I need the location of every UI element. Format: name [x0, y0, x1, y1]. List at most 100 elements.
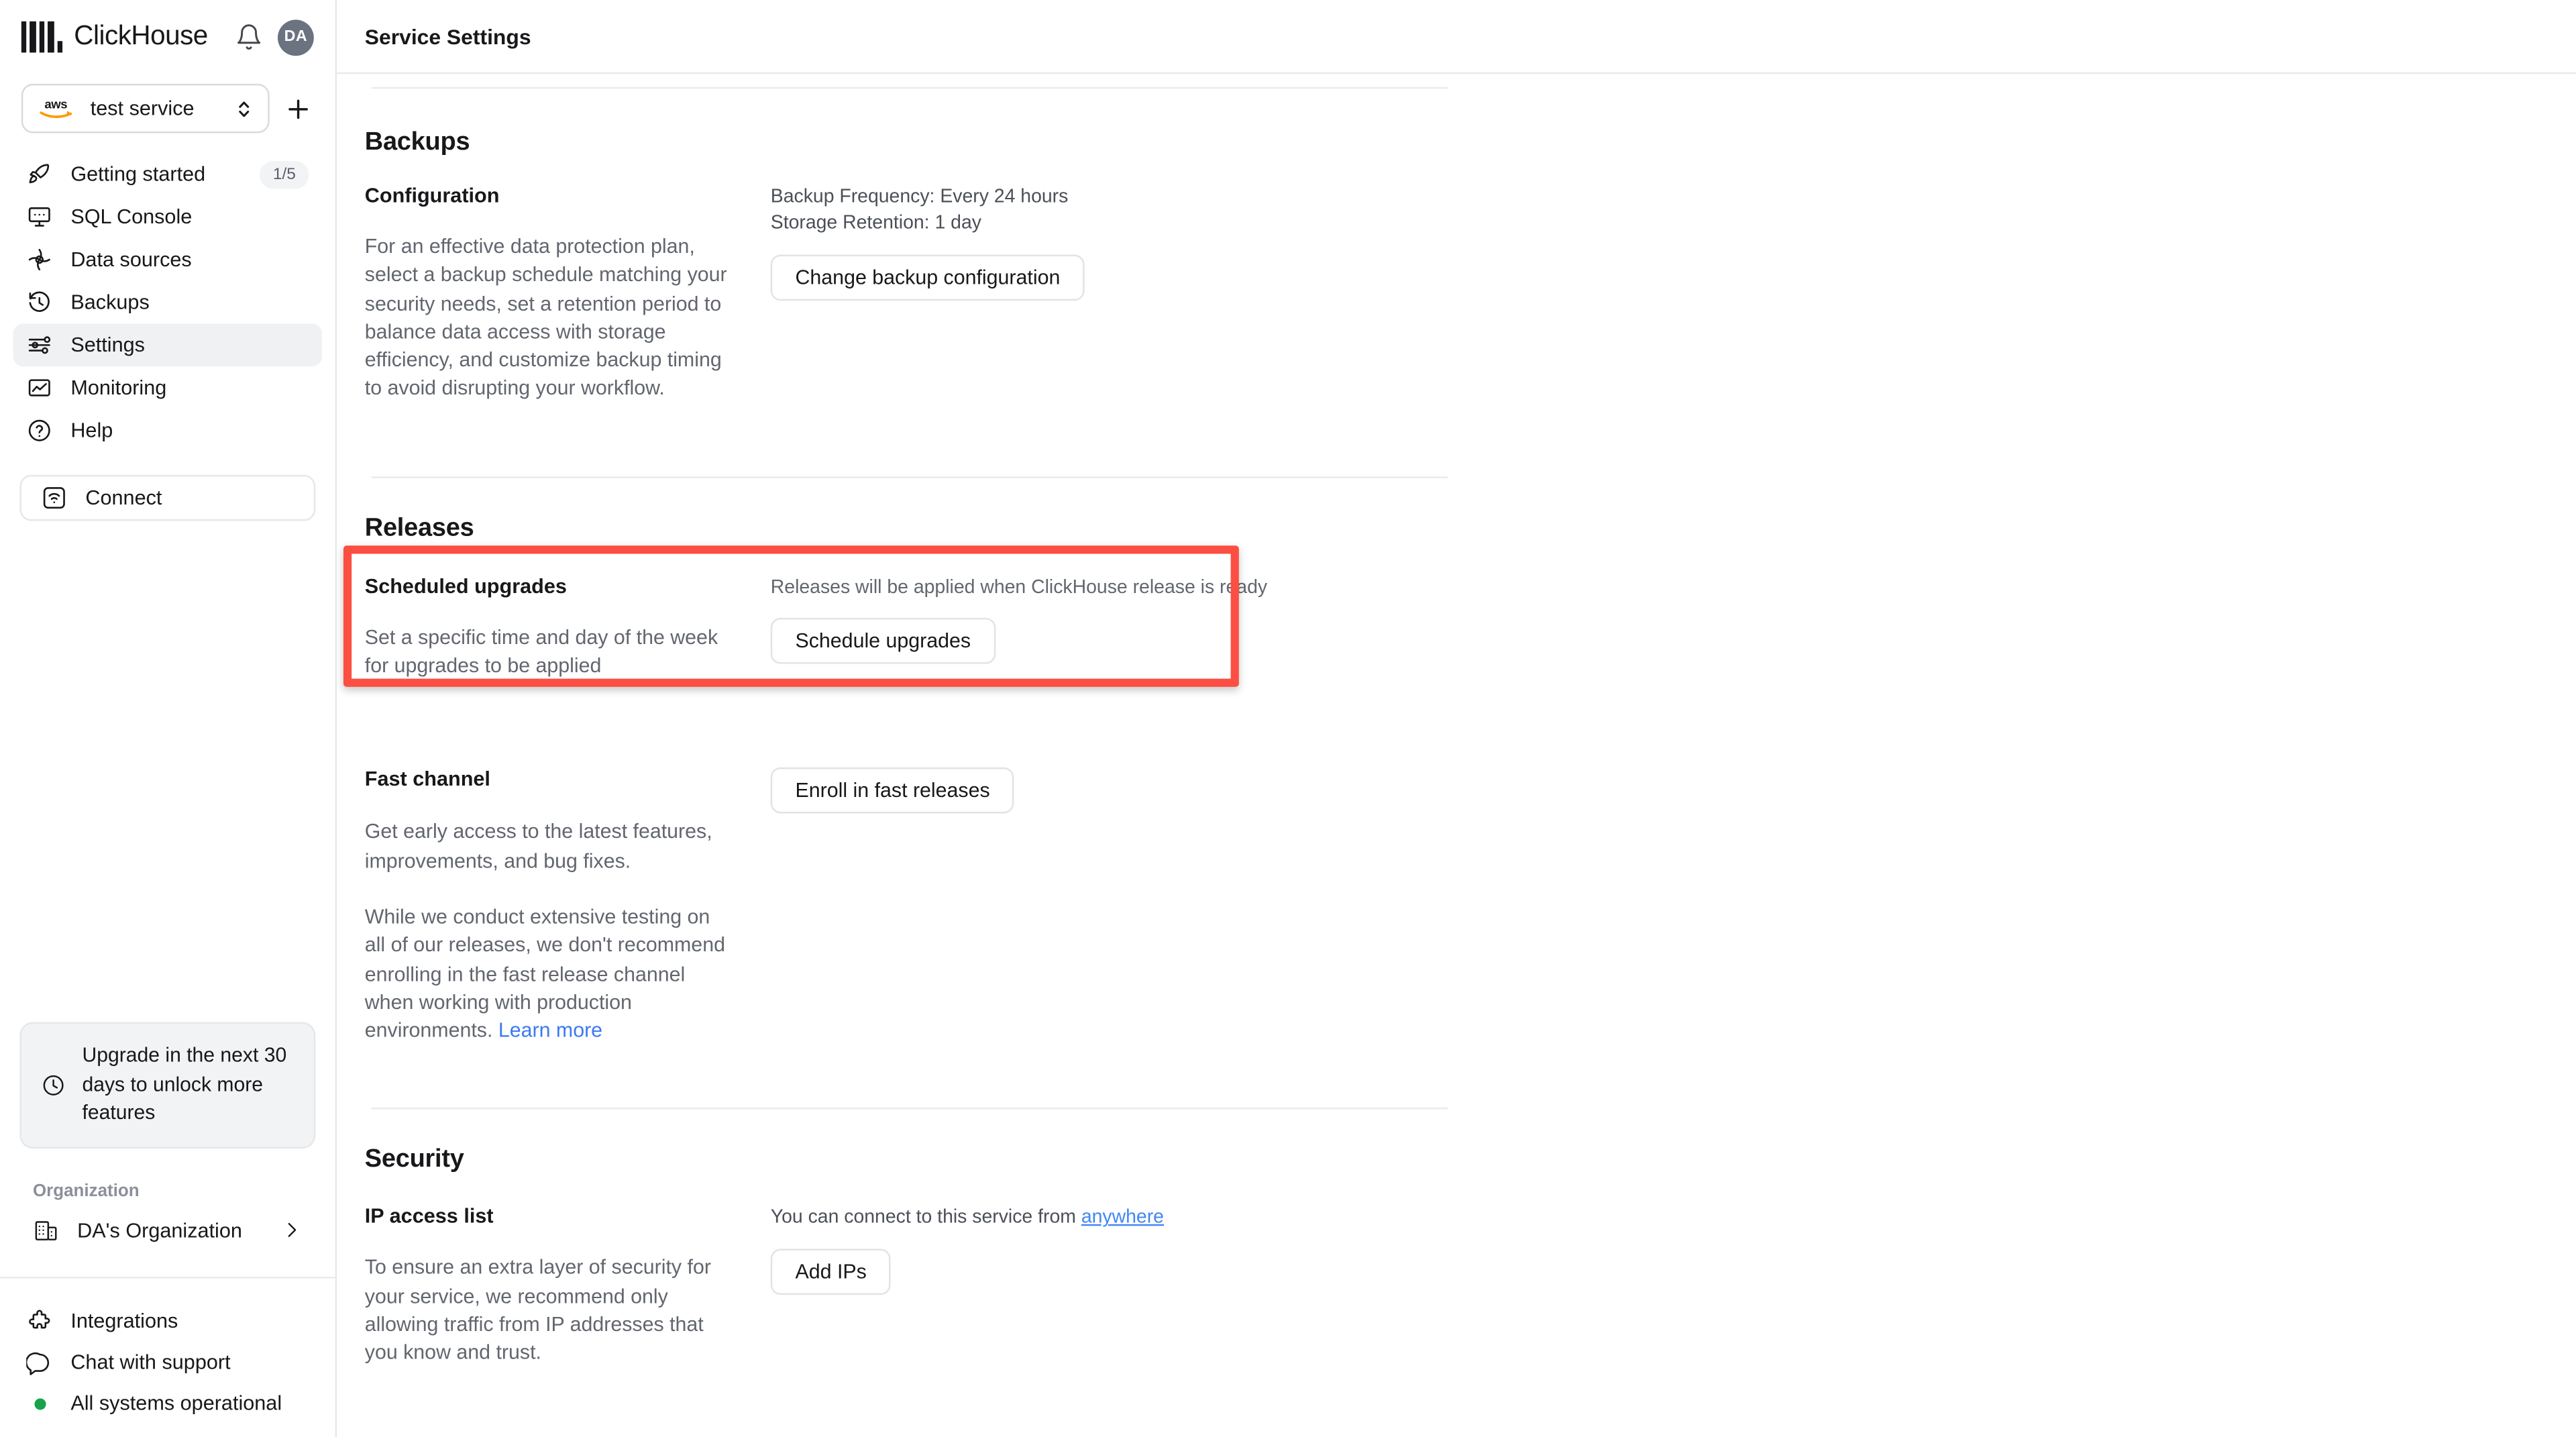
puzzle-icon	[29, 1310, 50, 1329]
brand-header: ClickHouse DA	[0, 0, 335, 74]
releases-section-title: Releases	[364, 514, 474, 542]
organization-section: Organization DA's Organization	[0, 1148, 335, 1253]
backups-section: Backups Configuration For an effective d…	[365, 128, 2576, 404]
aws-wordmark: aws	[44, 97, 68, 112]
page-header: Service Settings	[337, 0, 2576, 74]
footer-item-label: All systems operational	[70, 1391, 282, 1415]
sidebar-item-backups[interactable]: Backups	[13, 281, 322, 324]
sidebar: ClickHouse DA aws test service Getting s…	[0, 0, 337, 1437]
notification-bell-icon[interactable]	[235, 23, 263, 51]
divider	[371, 476, 1448, 478]
chevron-updown-icon	[239, 101, 250, 117]
sidebar-item-sql-console[interactable]: SQL Console	[13, 195, 322, 238]
fast-channel-description: Fast channel Get early access to the lat…	[365, 768, 771, 1046]
building-icon	[35, 1220, 57, 1240]
sidebar-footer-nav: Integrations Chat with support All syste…	[0, 1277, 335, 1437]
ip-access-list-title: IP access list	[364, 1205, 494, 1228]
footer-item-label: Chat with support	[70, 1350, 231, 1374]
page-title: Service Settings	[364, 23, 531, 49]
wifi-square-icon	[43, 487, 65, 509]
app-root: ClickHouse DA aws test service Getting s…	[0, 0, 2576, 1437]
learn-more-link[interactable]: Learn more	[498, 1019, 602, 1042]
sidebar-item-system-status[interactable]: All systems operational	[13, 1383, 322, 1424]
enroll-in-fast-releases-button[interactable]: Enroll in fast releases	[770, 767, 1015, 814]
backup-configuration-controls: Backup Frequency: Every 24 hours Storage…	[770, 184, 2576, 404]
organization-item[interactable]: DA's Organization	[19, 1207, 315, 1253]
add-ips-button[interactable]: Add IPs	[770, 1248, 892, 1295]
main-content: Service Settings Backups Configuration F…	[337, 0, 2576, 1437]
sidebar-item-label: Help	[70, 419, 113, 442]
security-section-title: Security	[364, 1146, 464, 1174]
clock-icon	[43, 1075, 64, 1096]
backups-section-title: Backups	[364, 128, 470, 156]
status-dot-icon	[34, 1397, 46, 1409]
sidebar-item-getting-started[interactable]: Getting started 1/5	[13, 153, 322, 196]
ip-access-list-description: IP access list To ensure an extra layer …	[365, 1206, 771, 1369]
chat-icon	[26, 1352, 50, 1375]
fast-channel-row: Fast channel Get early access to the lat…	[365, 767, 2576, 1046]
avatar[interactable]: DA	[277, 19, 314, 56]
upgrade-banner[interactable]: Upgrade in the next 30 days to unlock mo…	[19, 1022, 316, 1148]
fast-channel-body-1: Get early access to the latest features,…	[364, 820, 712, 872]
sidebar-item-label: Backups	[70, 290, 150, 314]
backup-configuration-row: Configuration For an effective data prot…	[365, 184, 2576, 404]
ip-access-status-prefix: You can connect to this service from	[770, 1206, 1076, 1228]
sidebar-item-help[interactable]: Help	[13, 409, 322, 452]
getting-started-badge: 1/5	[260, 160, 309, 189]
aws-logo-icon: aws	[38, 95, 74, 121]
question-circle-icon	[28, 419, 50, 441]
fast-channel-title: Fast channel	[364, 767, 490, 792]
scheduled-upgrades-title: Scheduled upgrades	[364, 574, 567, 598]
backup-frequency: Backup Frequency: Every 24 hours	[770, 185, 1069, 207]
ip-access-list-controls: You can connect to this service from any…	[770, 1206, 2576, 1369]
scheduled-upgrades-status: Releases will be applied when ClickHouse…	[770, 576, 1268, 598]
organization-label: Organization	[32, 1180, 140, 1201]
footer-item-label: Integrations	[70, 1310, 178, 1333]
add-service-button[interactable]	[282, 93, 314, 124]
organization-name: DA's Organization	[77, 1218, 242, 1242]
data-sources-icon	[28, 249, 50, 271]
service-select[interactable]: aws test service	[21, 83, 270, 134]
fast-channel-controls: Enroll in fast releases	[770, 767, 2576, 1046]
upgrade-banner-text: Upgrade in the next 30 days to unlock mo…	[82, 1043, 287, 1124]
sidebar-item-label: Monitoring	[70, 376, 167, 400]
sidebar-item-label: Getting started	[70, 162, 206, 186]
backup-configuration-title: Configuration	[364, 184, 500, 207]
ip-access-list-row: IP access list To ensure an extra layer …	[365, 1206, 2576, 1369]
connect-button[interactable]: Connect	[19, 474, 316, 521]
backup-configuration-description: Configuration For an effective data prot…	[365, 184, 771, 404]
sidebar-item-chat-with-support[interactable]: Chat with support	[13, 1342, 322, 1383]
service-selector-row: aws test service	[0, 83, 335, 134]
backup-configuration-body: For an effective data protection plan, s…	[364, 235, 727, 401]
backup-retention: Storage Retention: 1 day	[770, 211, 981, 233]
security-section: Security IP access list To ensure an ext…	[365, 1146, 2576, 1437]
sidebar-item-integrations[interactable]: Integrations	[13, 1301, 322, 1342]
scheduled-upgrades-row: Scheduled upgrades Set a specific time a…	[343, 545, 2576, 687]
history-icon	[29, 291, 50, 312]
fast-channel-body-2: While we conduct extensive testing on al…	[365, 904, 731, 1046]
connect-section: Connect	[0, 452, 335, 521]
ip-access-list-body: To ensure an extra layer of security for…	[364, 1256, 711, 1365]
ip-access-status: You can connect to this service from any…	[771, 1206, 2576, 1231]
anywhere-link[interactable]: anywhere	[1081, 1207, 1164, 1228]
clickhouse-logo-icon	[21, 21, 63, 53]
sidebar-item-label: SQL Console	[70, 205, 193, 229]
chevron-right-icon	[288, 1222, 297, 1237]
sidebar-item-label: Settings	[70, 333, 145, 357]
divider	[371, 1108, 1448, 1110]
connect-label: Connect	[85, 486, 162, 510]
console-icon	[28, 207, 50, 227]
primary-nav: Getting started 1/5 SQL Console Data sou…	[0, 153, 335, 452]
scheduled-upgrades-body: Set a specific time and day of the week …	[364, 625, 718, 678]
releases-section: Releases Scheduled upgrades Set a specif…	[343, 514, 2576, 1046]
settings-content: Backups Configuration For an effective d…	[337, 74, 2576, 1437]
schedule-upgrades-button[interactable]: Schedule upgrades	[770, 618, 996, 665]
sidebar-item-data-sources[interactable]: Data sources	[13, 238, 322, 281]
sliders-icon	[28, 336, 51, 354]
rocket-icon	[29, 164, 50, 184]
service-name: test service	[90, 97, 195, 120]
change-backup-configuration-button[interactable]: Change backup configuration	[770, 254, 1085, 301]
sidebar-item-settings[interactable]: Settings	[13, 323, 323, 367]
sidebar-item-monitoring[interactable]: Monitoring	[13, 366, 322, 409]
